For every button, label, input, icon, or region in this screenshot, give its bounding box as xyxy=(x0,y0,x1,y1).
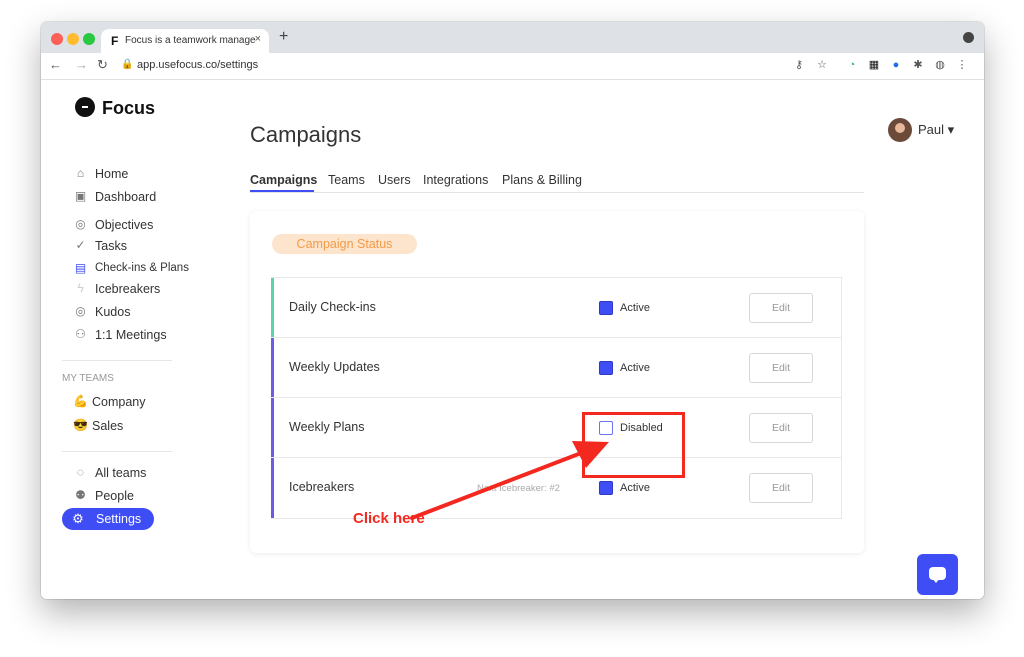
browser-tab[interactable]: F Focus is a teamwork management × xyxy=(101,29,269,53)
extension-blue-icon[interactable]: ● xyxy=(890,59,902,71)
minimize-window-button[interactable] xyxy=(67,33,79,45)
puzzle-icon[interactable]: ✱ xyxy=(912,59,924,71)
tab-bar: F Focus is a teamwork management × + xyxy=(41,22,984,53)
profile-icon[interactable]: ◍ xyxy=(934,59,946,71)
chat-bubble-icon xyxy=(929,567,946,583)
reload-icon[interactable]: ↻ xyxy=(97,57,108,73)
focus-app: Focus ⌂ Home ▣ Dashboard ◎ Objectives ✓ … xyxy=(41,80,984,599)
address-bar[interactable]: 🔒 app.usefocus.co/settings xyxy=(117,55,837,76)
kebab-menu-icon[interactable]: ⋮ xyxy=(956,59,968,71)
maximize-window-button[interactable] xyxy=(83,33,95,45)
extension-qr-icon[interactable]: ▦ xyxy=(868,59,880,71)
tab-favicon: F xyxy=(111,34,119,48)
url-text: app.usefocus.co/settings xyxy=(137,59,259,71)
annotation-arrow-icon xyxy=(410,441,609,520)
click-here-annotation: Click here xyxy=(353,510,425,527)
lock-icon: 🔒 xyxy=(121,59,134,70)
chat-widget-button[interactable] xyxy=(917,554,958,595)
back-arrow-icon[interactable]: ← xyxy=(49,57,62,72)
key-icon[interactable]: ⚷ xyxy=(793,59,805,71)
bookmark-star-icon[interactable]: ☆ xyxy=(816,59,828,71)
new-tab-button[interactable]: + xyxy=(279,28,288,46)
forward-arrow-icon[interactable]: → xyxy=(75,57,88,72)
tab-title: Focus is a teamwork management xyxy=(125,35,255,46)
extension-icon[interactable]: ◔ xyxy=(846,59,858,71)
browser-window: F Focus is a teamwork management × + ← →… xyxy=(41,22,984,599)
close-window-button[interactable] xyxy=(51,33,63,45)
browser-toolbar: ← → ↻ 🔒 app.usefocus.co/settings ⚷ ☆ ◔ ▦… xyxy=(41,53,984,80)
browser-menu-icon[interactable] xyxy=(963,32,974,43)
close-tab-icon[interactable]: × xyxy=(255,33,261,45)
